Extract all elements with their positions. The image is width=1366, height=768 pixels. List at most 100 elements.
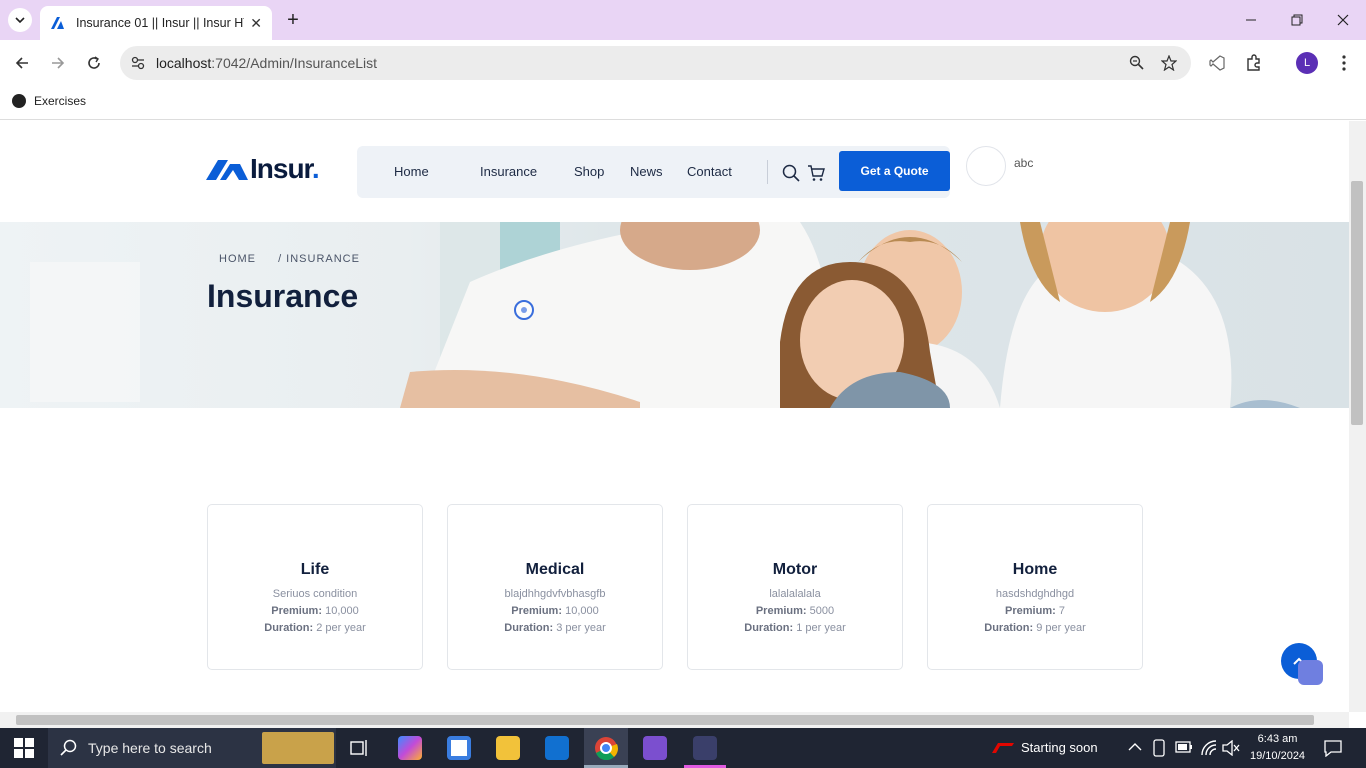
insurance-card-life[interactable]: Life Seriuos condition Premium: 10,000 D… [207, 504, 423, 670]
duration-value: 2 per year [316, 622, 366, 634]
wifi-icon[interactable] [1200, 739, 1218, 757]
device-icon[interactable] [1152, 739, 1166, 757]
nav-insurance[interactable]: Insurance [480, 164, 537, 179]
restore-button[interactable] [1274, 0, 1320, 40]
card-duration: Duration: 2 per year [208, 622, 422, 634]
premium-label: Premium: [1005, 605, 1056, 617]
close-tab-icon[interactable]: ✕ [250, 15, 262, 32]
duration-label: Duration: [744, 622, 794, 634]
card-premium: Premium: 5000 [688, 605, 902, 617]
horizontal-scrollbar[interactable] [0, 712, 1349, 728]
chevron-up-icon[interactable] [1128, 742, 1142, 752]
arrow-left-icon [15, 57, 28, 69]
search-icon[interactable] [782, 164, 800, 182]
puzzle-icon [1247, 54, 1260, 71]
duration-label: Duration: [264, 622, 314, 634]
notification-icon[interactable] [1324, 739, 1342, 757]
file-explorer-icon[interactable] [496, 736, 520, 760]
site-logo[interactable]: Insur. [206, 153, 320, 185]
active-tab[interactable]: Insurance 01 || Insur || Insur HTML ✕ [40, 6, 272, 40]
forward-button[interactable] [46, 51, 70, 75]
card-title: Home [1012, 561, 1058, 578]
clock-date: 19/10/2024 [1250, 750, 1306, 762]
card-premium: Premium: 7 [928, 605, 1142, 617]
vertical-scroll-thumb[interactable] [1351, 181, 1363, 425]
nav-contact[interactable]: Contact [687, 164, 732, 179]
profile-avatar[interactable]: L [1296, 52, 1318, 74]
bookmark-exercises[interactable]: Exercises [12, 94, 86, 108]
browser-toolbar: localhost:7042/Admin/InsuranceList L [0, 40, 1366, 86]
card-description: blajdhhgdvfvbhasgfb [504, 588, 606, 600]
more-vertical-icon [1342, 55, 1346, 71]
logo-word: Insur [250, 153, 313, 184]
address-bar[interactable]: localhost:7042/Admin/InsuranceList [120, 46, 1191, 80]
chrome-taskbar-button[interactable] [584, 728, 628, 768]
nav-shop[interactable]: Shop [574, 164, 604, 179]
duration-value: 3 per year [556, 622, 606, 634]
system-clock[interactable]: 6:43 am 19/10/2024 [1250, 731, 1305, 765]
terminal-icon [693, 736, 717, 760]
insurance-card-home[interactable]: Home hasdshdghdhgd Premium: 7 Duration: … [927, 504, 1143, 670]
task-view-icon[interactable] [350, 738, 370, 758]
minimize-icon [1246, 19, 1256, 21]
chrome-icon [595, 737, 618, 760]
user-name[interactable]: abc [1014, 156, 1033, 170]
floating-extension-icon[interactable] [1298, 660, 1323, 685]
minimize-button[interactable] [1228, 0, 1274, 40]
reload-button[interactable] [82, 51, 106, 75]
card-title: Motor [772, 561, 818, 578]
start-button[interactable] [14, 738, 34, 758]
windows-logo-icon [25, 749, 34, 758]
card-duration: Duration: 9 per year [928, 622, 1142, 634]
web-page: Insur. Home Insurance Shop News Contact … [0, 121, 1349, 712]
visual-studio-extension-button[interactable] [1205, 51, 1229, 75]
premium-value: 5000 [809, 605, 835, 617]
extensions-button[interactable] [1242, 51, 1266, 75]
taskbar-search[interactable]: Type here to search [48, 728, 336, 768]
copilot-icon[interactable] [398, 736, 422, 760]
horizontal-scroll-thumb[interactable] [16, 715, 1314, 725]
premium-label: Premium: [271, 605, 323, 617]
terminal-taskbar-button[interactable] [684, 728, 726, 768]
nav-news[interactable]: News [630, 164, 663, 179]
insurance-card-medical[interactable]: Medical blajdhhgdvfvbhasgfb Premium: 10,… [447, 504, 663, 670]
bookmark-star-icon[interactable] [1161, 55, 1177, 71]
family-photo-image [0, 222, 1349, 408]
duration-label: Duration: [504, 622, 554, 634]
visual-studio-icon[interactable] [643, 736, 667, 760]
windows-taskbar: Type here to search Starting soon 6:43 a… [0, 728, 1366, 768]
duration-value: 9 per year [1036, 622, 1086, 634]
cursor-indicator [514, 300, 534, 320]
bookmark-label: Exercises [34, 94, 87, 108]
tab-search-button[interactable] [8, 8, 32, 32]
breadcrumb-home[interactable]: HOME [219, 253, 256, 265]
premium-value: 7 [1058, 605, 1065, 617]
globe-icon [12, 94, 26, 108]
browser-menu-button[interactable] [1332, 51, 1356, 75]
new-tab-button[interactable]: + [282, 8, 304, 32]
volume-muted-icon[interactable] [1222, 740, 1240, 756]
windows-logo-icon [25, 738, 34, 747]
cart-icon[interactable] [807, 164, 825, 182]
card-premium: Premium: 10,000 [448, 605, 662, 617]
duration-label: Duration: [984, 622, 1034, 634]
zoom-icon[interactable] [1129, 55, 1145, 71]
status-text[interactable]: Starting soon [1021, 740, 1098, 755]
get-quote-button[interactable]: Get a Quote [839, 151, 950, 191]
outlook-icon[interactable] [545, 736, 569, 760]
vs-extension-icon [1209, 55, 1225, 71]
logo-dot: . [311, 153, 320, 184]
nav-divider [767, 160, 768, 184]
battery-icon[interactable] [1175, 741, 1193, 753]
close-window-button[interactable] [1320, 0, 1366, 40]
nav-home[interactable]: Home [394, 164, 429, 179]
vertical-scrollbar[interactable] [1349, 121, 1366, 712]
store-icon[interactable] [447, 736, 471, 760]
close-icon [1337, 14, 1349, 26]
user-avatar[interactable] [966, 146, 1006, 186]
site-info-icon[interactable] [130, 55, 146, 71]
back-button[interactable] [10, 51, 34, 75]
site-header: Insur. Home Insurance Shop News Contact … [0, 121, 1349, 222]
insurance-card-motor[interactable]: Motor lalalalalala Premium: 5000 Duratio… [687, 504, 903, 670]
main-navigation: Home Insurance Shop News Contact Get a Q… [357, 146, 950, 198]
